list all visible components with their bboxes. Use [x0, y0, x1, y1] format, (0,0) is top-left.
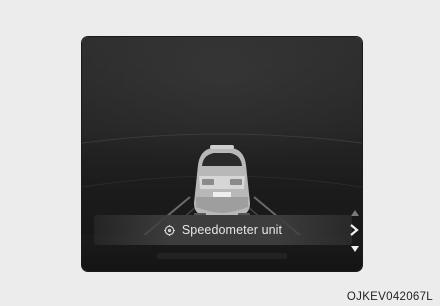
car-rear-view [194, 145, 250, 219]
menu-item-label: Speedometer unit [181, 223, 283, 237]
speedometer-unit-menu-item[interactable]: Speedometer unit [94, 215, 352, 245]
instrument-cluster-display: Speedometer unit [82, 37, 362, 271]
menu-placeholder-strip [157, 253, 287, 259]
chevron-down-icon[interactable] [351, 246, 359, 252]
gear-icon [163, 224, 175, 236]
chevron-up-icon[interactable] [351, 210, 359, 216]
chevron-right-icon[interactable] [349, 224, 359, 236]
figure-code: OJKEV042067L [346, 291, 433, 303]
